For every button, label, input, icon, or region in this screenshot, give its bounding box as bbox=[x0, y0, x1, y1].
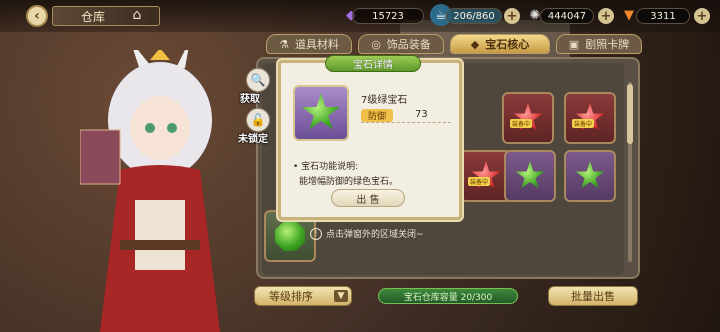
add-carrot-button[interactable]: + bbox=[694, 8, 710, 24]
tab-accessories[interactable]: ◎ 饰品装备 bbox=[358, 34, 444, 54]
obtain-button[interactable]: 🔍 bbox=[246, 68, 270, 92]
crystal-counter: 15723 bbox=[352, 8, 424, 24]
green-gem-icon bbox=[575, 161, 605, 189]
sell-button[interactable]: 出 售 bbox=[331, 189, 405, 207]
stat-label: 防御 bbox=[361, 109, 393, 122]
description-text: 能增幅防御的绿色宝石。 bbox=[299, 177, 399, 187]
gem-slot[interactable]: 装备中 bbox=[502, 92, 554, 144]
red-gem-icon bbox=[575, 103, 605, 131]
capacity-indicator: 宝石仓库容量 20/300 bbox=[378, 288, 518, 304]
stamina-counter: 206/860 bbox=[446, 8, 502, 24]
unlock-label: 未锁定 bbox=[238, 134, 268, 145]
gem-slot[interactable] bbox=[504, 150, 556, 202]
search-icon: 🔍 bbox=[250, 73, 266, 87]
description-heading: • 宝石功能说明: bbox=[293, 162, 359, 172]
popup-gem-frame bbox=[293, 85, 349, 141]
chevron-down-icon[interactable]: ▼ bbox=[334, 290, 348, 302]
stat-value: 73 bbox=[415, 109, 428, 120]
tab-cards[interactable]: ▣ 剧照卡牌 bbox=[556, 34, 642, 54]
gem-name: 7级绿宝石 bbox=[361, 95, 408, 106]
red-gem-icon bbox=[513, 103, 543, 131]
lock-toggle-button[interactable]: 🔓 bbox=[246, 108, 270, 132]
scrollbar-thumb[interactable] bbox=[627, 84, 633, 144]
gem-tab-icon: ◆ bbox=[470, 37, 480, 51]
card-icon: ▣ bbox=[568, 37, 580, 51]
stat-row: 防御 73 bbox=[361, 109, 451, 123]
green-gem-icon bbox=[515, 161, 545, 189]
popup-title: 宝石详情 bbox=[325, 55, 421, 72]
gem-detail-popup: 宝石详情 7级绿宝石 防御 73 • 宝石功能说明: 能增幅防御的绿色宝石。 出… bbox=[278, 55, 462, 220]
carrot-counter: 3311 bbox=[636, 8, 690, 24]
batch-sell-button[interactable]: 批量出售 bbox=[548, 286, 638, 306]
green-gem-icon bbox=[301, 93, 341, 130]
red-gem-icon bbox=[471, 161, 501, 189]
add-coin-button[interactable]: + bbox=[598, 8, 614, 24]
ring-icon: ◎ bbox=[371, 37, 381, 51]
add-stamina-button[interactable]: + bbox=[504, 8, 520, 24]
info-icon: ! bbox=[310, 227, 322, 240]
gem-slot[interactable] bbox=[564, 150, 616, 202]
obtain-label: 获取 bbox=[240, 94, 260, 105]
gem-slot[interactable]: 装备中 bbox=[564, 92, 616, 144]
character-illustration bbox=[80, 50, 220, 332]
back-arrow-icon: ‹ bbox=[34, 8, 40, 24]
close-hint: ! 点击弹窗外的区域关闭~ bbox=[310, 227, 424, 240]
emerald-gem-icon bbox=[275, 221, 305, 251]
tab-gems[interactable]: ◆ 宝石核心 bbox=[450, 34, 550, 54]
back-button[interactable]: ‹ bbox=[26, 5, 48, 27]
tab-items[interactable]: ⚗ 道具材料 bbox=[266, 34, 352, 54]
potion-icon: ⚗ bbox=[279, 37, 289, 51]
unlock-icon: 🔓 bbox=[250, 113, 266, 127]
coin-counter: 444047 bbox=[540, 8, 594, 24]
home-icon[interactable]: ⌂ bbox=[128, 6, 146, 24]
